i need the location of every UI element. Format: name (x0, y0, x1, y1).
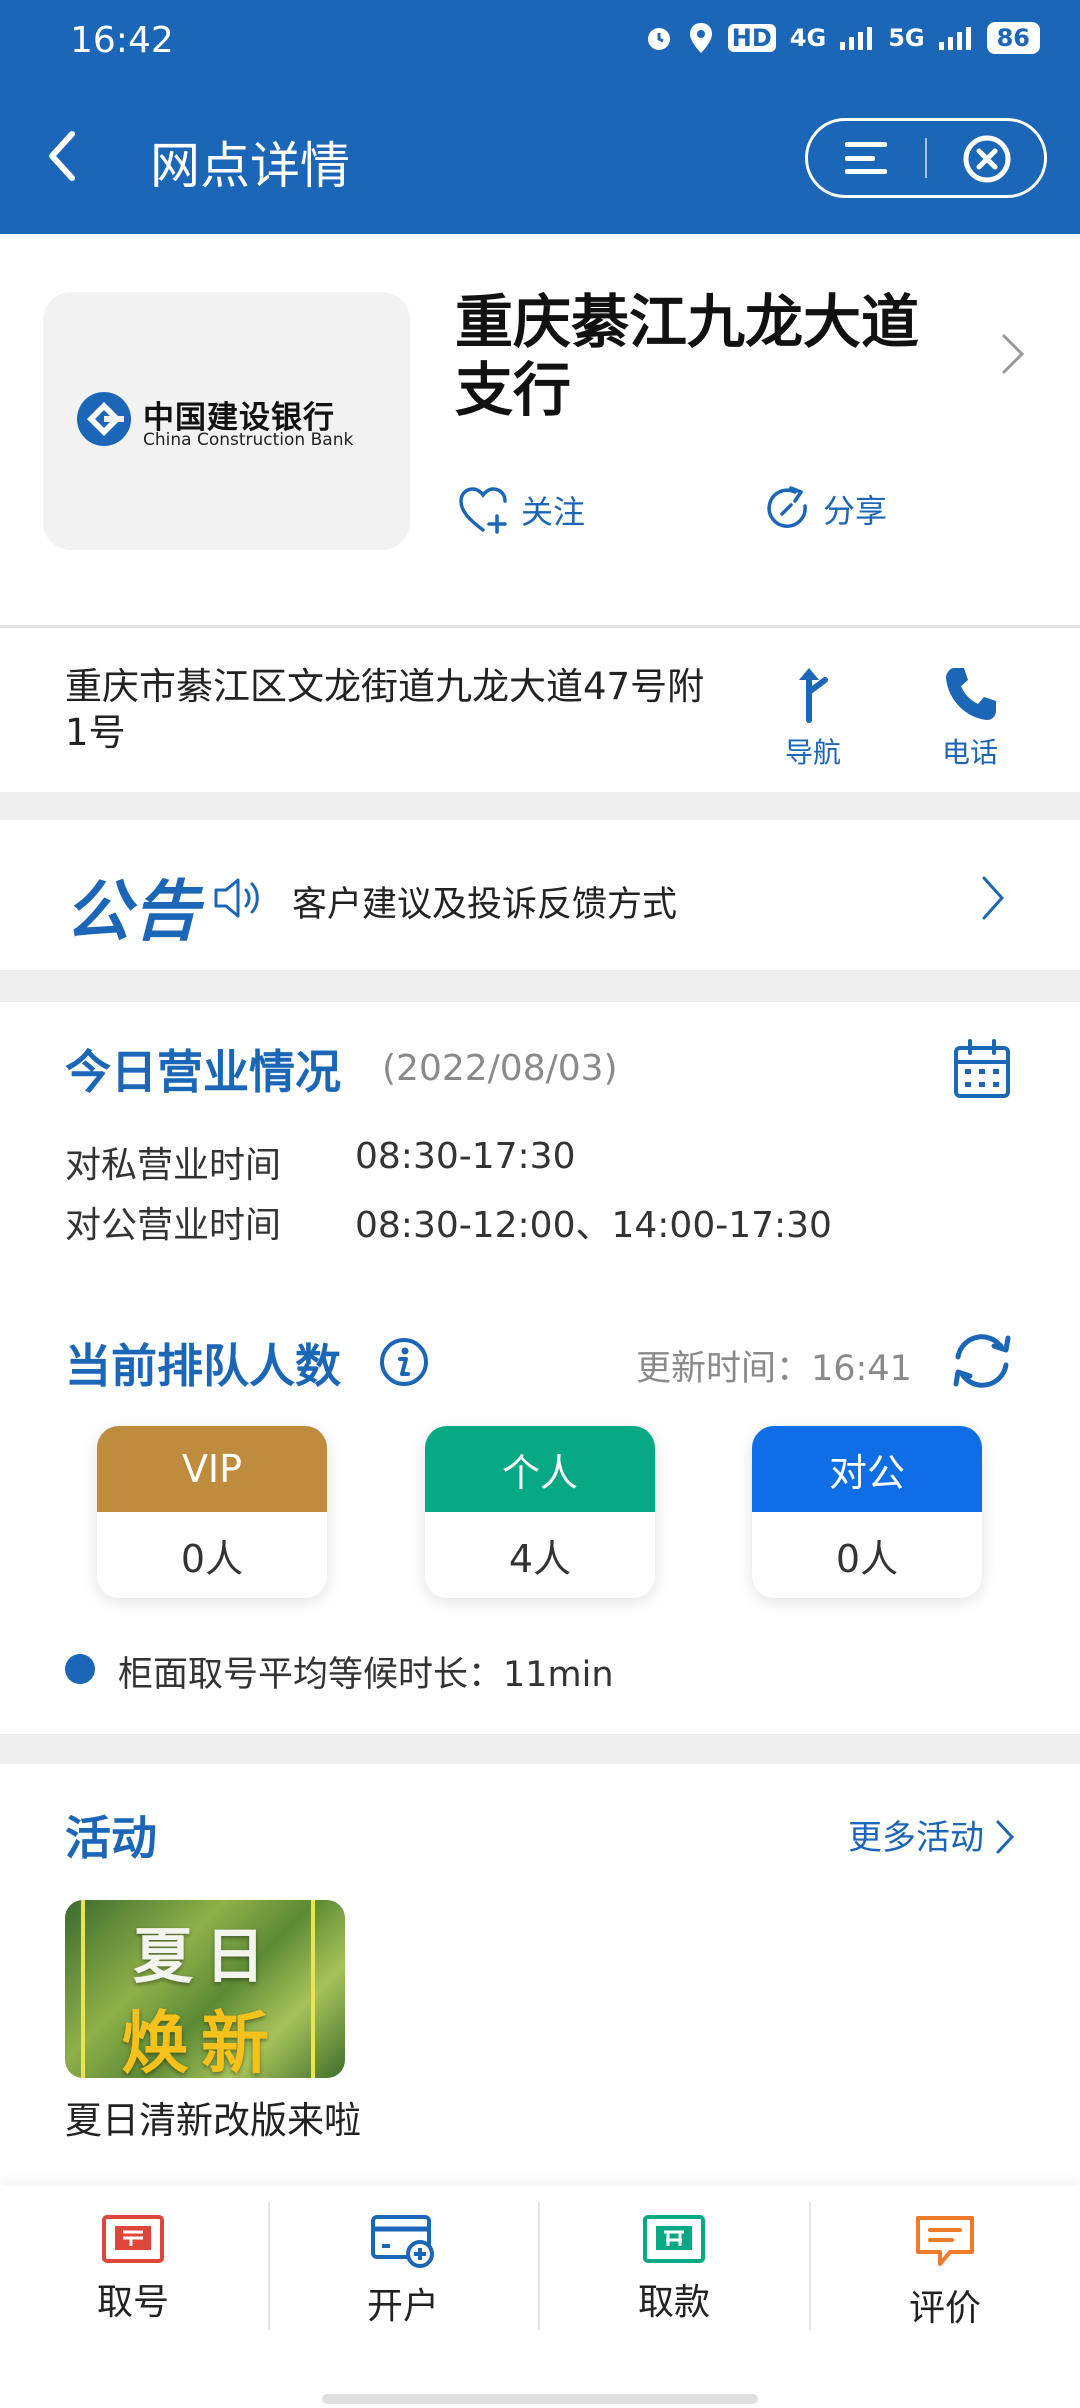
calendar-icon[interactable] (952, 1038, 1012, 1100)
chevron-right-icon[interactable] (1000, 332, 1026, 376)
open-account-icon (371, 2215, 434, 2268)
queue-card-vip: VIP 0人 (97, 1426, 327, 1598)
logo-text-en: China Construction Bank (143, 430, 354, 450)
queue-card-title: 个人 (425, 1426, 655, 1512)
refresh-icon[interactable] (950, 1330, 1014, 1392)
location-icon (689, 23, 712, 53)
more-activities-label: 更多活动 (848, 1818, 984, 1858)
signal-bars-icon (938, 27, 971, 50)
signal-4g: 4G (789, 24, 827, 52)
section-divider (0, 625, 1080, 628)
signal-bars-icon (840, 27, 873, 50)
withdraw-icon (643, 2215, 705, 2263)
activity-image[interactable]: 夏日 焕新 (65, 1900, 345, 2078)
menu-icon[interactable] (843, 140, 889, 176)
section-gap (0, 1734, 1080, 1764)
tab-open-account[interactable]: 开户 (313, 2214, 493, 2329)
activity-caption[interactable]: 夏日清新改版来啦 (65, 2096, 365, 2146)
speaker-icon (214, 878, 259, 918)
hours-label: 对私营业时间 (65, 1145, 282, 1186)
image-stripe (81, 1900, 85, 2078)
image-text-top: 夏日 (133, 1922, 277, 1992)
queue-title: 当前排队人数 (65, 1339, 341, 1393)
tab-label: 开户 (366, 2286, 439, 2327)
branch-name: 重庆綦江九龙大道支行 (455, 288, 920, 424)
take-number-icon (102, 2215, 164, 2263)
signal-5g: 5G (888, 24, 925, 52)
navigate-button[interactable]: 导航 (778, 664, 848, 771)
more-activities-link[interactable]: 更多活动 (848, 1810, 1015, 1859)
navigation-icon (799, 668, 828, 723)
tab-withdraw[interactable]: 取款 (584, 2214, 764, 2325)
info-icon[interactable] (378, 1336, 430, 1388)
share-icon (767, 486, 807, 528)
alarm-icon (647, 28, 670, 50)
queue-card-corporate: 对公 0人 (752, 1426, 982, 1598)
queue-card-title: VIP (97, 1426, 327, 1512)
battery-level: 86 (986, 22, 1040, 54)
image-text-bottom: 焕新 (121, 2005, 282, 2078)
tab-divider (809, 2202, 811, 2330)
update-time: 更新时间：16:41 (636, 1349, 912, 1389)
share-button[interactable]: 分享 (765, 484, 887, 534)
branch-address: 重庆市綦江区文龙街道九龙大道47号附1号 (65, 665, 705, 754)
review-icon (916, 2216, 974, 2266)
status-time: 16:42 (70, 20, 174, 61)
hd-badge: HD (727, 24, 776, 52)
hours-value: 08:30-12:00、14:00-17:30 (355, 1205, 832, 1246)
image-stripe (311, 1900, 315, 2078)
bank-logo: 中国建设银行 China Construction Bank (43, 292, 410, 550)
close-icon[interactable] (962, 134, 1012, 184)
phone-label: 电话 (941, 736, 998, 769)
tab-review[interactable]: 评价 (855, 2214, 1035, 2331)
phone-icon (946, 668, 996, 720)
tab-label: 取号 (96, 2282, 169, 2323)
hours-label: 对公营业时间 (65, 1205, 282, 1246)
follow-button[interactable]: 关注 (457, 484, 585, 536)
announcement-label: 公告 (65, 873, 201, 950)
chevron-left-icon[interactable] (42, 128, 82, 184)
share-label: 分享 (823, 492, 888, 530)
business-title: 今日营业情况 (65, 1045, 341, 1099)
home-indicator[interactable] (322, 2394, 758, 2404)
heart-plus-icon (459, 487, 507, 534)
tab-label: 取款 (637, 2282, 710, 2323)
bullet-dot (65, 1654, 95, 1684)
section-gap (0, 970, 1080, 1002)
chevron-right-icon[interactable] (980, 874, 1006, 922)
queue-card-personal: 个人 4人 (425, 1426, 655, 1598)
tab-divider (268, 2202, 270, 2330)
section-gap (0, 792, 1080, 820)
phone-button[interactable]: 电话 (930, 664, 1010, 771)
page-title: 网点详情 (150, 137, 350, 195)
status-icons: HD 4G 5G 86 (644, 22, 1040, 54)
chevron-right-icon (996, 1820, 1014, 1854)
ccb-logo-icon (77, 392, 131, 446)
follow-label: 关注 (521, 493, 586, 531)
queue-card-value: 4人 (508, 1536, 572, 1581)
tab-divider (538, 2202, 540, 2330)
navigate-label: 导航 (784, 736, 841, 769)
capsule-divider (925, 138, 927, 178)
average-wait: 柜面取号平均等候时长：11min (118, 1655, 614, 1695)
announcement-text[interactable]: 客户建议及投诉反馈方式 (292, 876, 677, 927)
tab-label: 评价 (908, 2288, 981, 2329)
tab-take-number[interactable]: 取号 (43, 2214, 223, 2325)
queue-card-value: 0人 (180, 1536, 244, 1581)
business-date: (2022/08/03) (382, 1048, 618, 1089)
activities-title: 活动 (65, 1811, 157, 1865)
queue-card-value: 0人 (835, 1536, 899, 1581)
queue-card-title: 对公 (752, 1426, 982, 1512)
hours-value: 08:30-17:30 (355, 1136, 576, 1177)
